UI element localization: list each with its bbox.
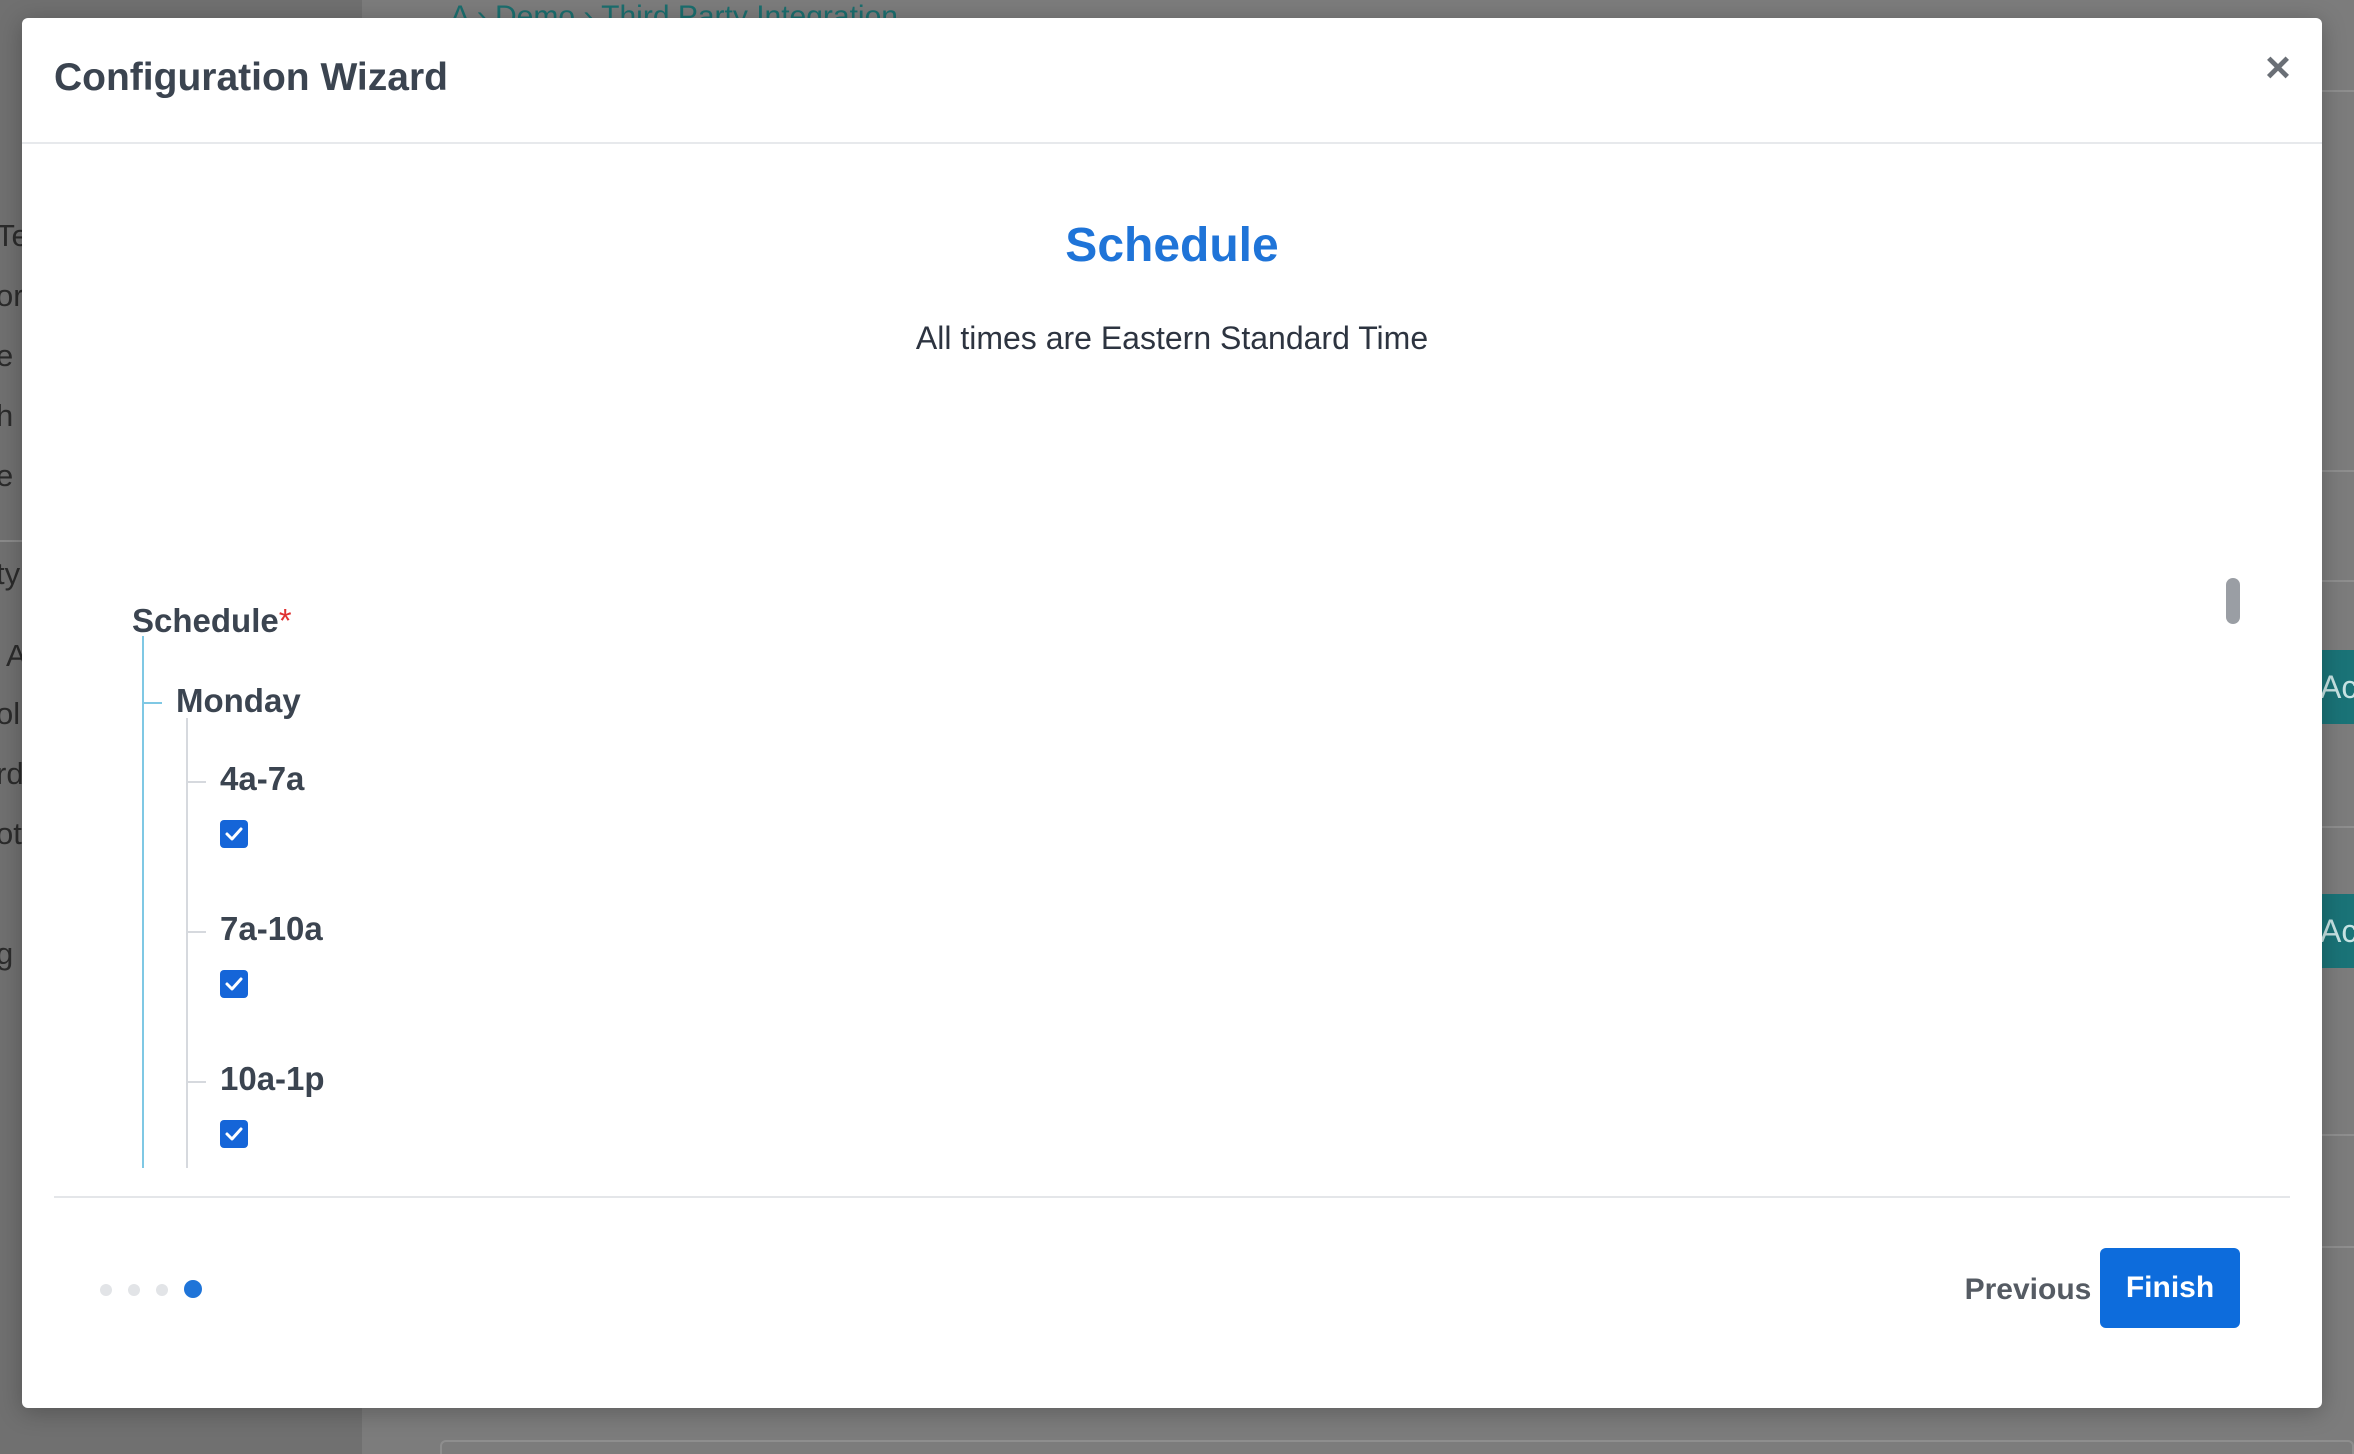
background-divider	[2320, 1246, 2354, 1248]
slot-checkbox[interactable]	[220, 1120, 248, 1148]
day-label-monday: Monday	[176, 682, 301, 719]
background-sidebar-text: ol	[0, 696, 21, 731]
schedule-label-text: Schedule	[132, 602, 279, 639]
background-card	[440, 1440, 2354, 1454]
close-icon[interactable]: ×	[2258, 46, 2298, 90]
tree-connector	[142, 636, 144, 1168]
previous-button[interactable]: Previous	[1942, 1254, 2114, 1326]
background-sidebar-text: or	[0, 278, 24, 313]
checkmark-icon	[225, 1127, 243, 1141]
slot-checkbox[interactable]	[220, 970, 248, 998]
step-dot	[128, 1284, 140, 1296]
background-sidebar-text: ot	[0, 816, 22, 851]
schedule-tree: Schedule* Monday 4a-7a 7a-10a 10a-1p	[100, 578, 2250, 1168]
step-subtitle: All times are Eastern Standard Time	[915, 320, 1429, 356]
slot-checkbox[interactable]	[220, 820, 248, 848]
tree-connector	[144, 702, 162, 704]
background-divider	[2320, 580, 2354, 582]
checkmark-icon	[225, 827, 243, 841]
configuration-wizard-modal: Configuration Wizard × Schedule All time…	[22, 18, 2322, 1408]
tree-connector	[188, 781, 206, 783]
required-indicator: *	[278, 602, 292, 639]
background-sidebar-text: h	[0, 398, 14, 433]
background-divider	[2320, 1134, 2354, 1136]
tree-connector	[186, 718, 188, 1168]
background-divider	[2320, 470, 2354, 472]
background-sidebar-text: e	[0, 458, 14, 493]
background-divider	[2320, 826, 2354, 828]
step-title: Schedule	[1065, 219, 1279, 272]
finish-button[interactable]: Finish	[2100, 1248, 2240, 1328]
background-sidebar-text: rd	[0, 756, 24, 791]
background-sidebar-text: g	[0, 936, 14, 971]
background-divider	[2320, 90, 2354, 92]
schedule-field-label: Schedule*	[132, 602, 292, 640]
slot-label: 10a-1p	[220, 1060, 325, 1097]
tree-connector	[188, 1081, 206, 1083]
tree-connector	[188, 931, 206, 933]
step-dot	[100, 1284, 112, 1296]
checkmark-icon	[225, 977, 243, 991]
footer-divider	[54, 1196, 2290, 1198]
slot-label: 4a-7a	[220, 760, 305, 797]
background-sidebar-text: ty	[0, 556, 21, 591]
step-dot	[156, 1284, 168, 1296]
slot-label: 7a-10a	[220, 910, 323, 947]
step-dot-active	[184, 1280, 202, 1298]
modal-header: Configuration Wizard ×	[22, 18, 2322, 144]
modal-title: Configuration Wizard	[54, 56, 448, 99]
scrollbar-thumb[interactable]	[2226, 578, 2240, 624]
